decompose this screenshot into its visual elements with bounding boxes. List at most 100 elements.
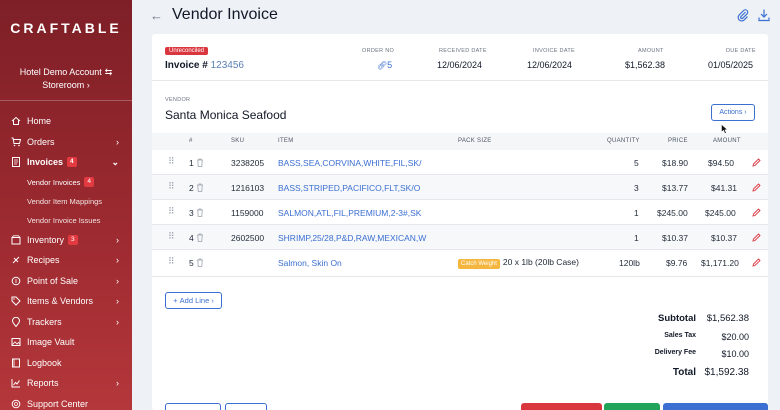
footer-button-primary[interactable] [663, 403, 768, 410]
invoice-date-label: INVOICE DATE [533, 48, 576, 54]
sidebar-item-logbook[interactable]: Logbook [0, 353, 132, 374]
order-link[interactable]: 🔗︎5 [377, 60, 392, 70]
box-icon [10, 234, 22, 246]
sidebar-item-reports[interactable]: Reports › [0, 373, 132, 394]
sidebar-item-inventory[interactable]: Inventory 3 › [0, 230, 132, 251]
vendor-name: Santa Monica Seafood [165, 108, 287, 122]
trash-icon[interactable] [196, 183, 204, 192]
drag-handle-icon[interactable]: ⠿ [168, 156, 175, 167]
home-icon [10, 115, 22, 127]
footer-button-secondary-1[interactable] [165, 403, 221, 410]
row-item[interactable]: SHRIMP,25/28,P&D,RAW,MEXICAN,W [278, 233, 426, 243]
row-sku: 2602500 [231, 233, 265, 243]
craftable-logo[interactable]: CRAFTABLE [0, 20, 132, 36]
actions-button[interactable]: Actions › [711, 104, 755, 121]
row-price[interactable]: $13.77 [662, 183, 688, 193]
sidebar-item-label: Reports [27, 378, 59, 389]
row-item[interactable]: SALMON,ATL,FIL,PREMIUM,2-3#,SK [278, 208, 421, 218]
row-quantity[interactable]: 120lb [619, 258, 640, 268]
edit-icon[interactable] [752, 258, 761, 267]
drag-handle-icon[interactable]: ⠿ [168, 231, 175, 242]
row-amount: $245.00 [705, 208, 736, 218]
edit-icon[interactable] [752, 233, 761, 242]
row-quantity[interactable]: 3 [634, 183, 639, 193]
invoice-amount: $1,562.38 [625, 60, 666, 70]
delivery-fee-label: Delivery Fee [654, 349, 696, 356]
trash-icon[interactable] [196, 158, 204, 167]
row-quantity[interactable]: 1 [634, 208, 639, 218]
edit-icon[interactable] [752, 158, 761, 167]
drag-handle-icon[interactable]: ⠿ [168, 256, 175, 267]
table-row[interactable]: ⠿ 3 1159000 SALMON,ATL,FIL,PREMIUM,2-3#,… [152, 200, 768, 225]
trash-icon[interactable] [196, 208, 204, 217]
sidebar-item-orders[interactable]: Orders › [0, 132, 132, 153]
row-quantity[interactable]: 5 [634, 158, 639, 168]
line-items-header: # SKU ITEM PACK SIZE QUANTITY PRICE AMOU… [152, 133, 768, 150]
sidebar-item-items-vendors[interactable]: Items & Vendors › [0, 291, 132, 312]
chevron-down-icon: ⌄ [111, 156, 119, 167]
due-date: 01/05/2025 [708, 60, 754, 70]
sidebar-item-image-vault[interactable]: Image Vault [0, 332, 132, 353]
table-row[interactable]: ⠿ 5 Salmon, Skin On Catch Weight 20 x 1lb… [152, 250, 768, 275]
chevron-right-icon: › [86, 80, 90, 90]
row-item[interactable]: BASS,STRIPED,PACIFICO,FLT,SK/O [278, 183, 420, 193]
chevron-right-icon: › [116, 316, 119, 327]
sidebar-item-label: Items & Vendors [27, 296, 94, 307]
table-row[interactable]: ⠿ 1 3238205 BASS,SEA,CORVINA,WHITE,FIL,S… [152, 150, 768, 175]
table-row[interactable]: ⠿ 2 1216103 BASS,STRIPED,PACIFICO,FLT,SK… [152, 175, 768, 200]
add-line-button[interactable]: + Add Line › [165, 292, 222, 309]
account-switcher[interactable]: Hotel Demo Account ⇆ Storeroom › [0, 66, 132, 92]
vendor-invoices-badge: 4 [84, 177, 94, 187]
sidebar-item-support-center[interactable]: Support Center [0, 394, 132, 410]
row-amount: $1,171.20 [701, 258, 739, 268]
trash-icon[interactable] [196, 258, 204, 267]
row-price[interactable]: $10.37 [662, 233, 688, 243]
trash-icon[interactable] [196, 233, 204, 242]
sidebar-subitem-vendor-invoice-issues[interactable]: Vendor Invoice Issues [0, 211, 132, 230]
row-price[interactable]: $9.76 [666, 258, 687, 268]
edit-icon[interactable] [752, 183, 761, 192]
summary-values: 🔗︎5 12/06/2024 12/06/2024 $1,562.38 01/0… [152, 60, 768, 72]
attachment-icon[interactable] [736, 8, 750, 22]
drag-handle-icon[interactable]: ⠿ [168, 181, 175, 192]
footer-button-secondary-2[interactable] [225, 403, 267, 410]
inventory-badge: 3 [68, 234, 78, 245]
sidebar-item-label: Home [27, 116, 52, 127]
row-price[interactable]: $245.00 [657, 208, 688, 218]
row-quantity[interactable]: 1 [634, 233, 639, 243]
row-amount: $94.50 [708, 158, 734, 168]
sidebar-item-recipes[interactable]: Recipes › [0, 250, 132, 271]
swap-icon: ⇆ [104, 67, 113, 77]
row-amount: $10.37 [711, 233, 737, 243]
sidebar-subitem-vendor-invoices[interactable]: Vendor Invoices 4 [0, 173, 132, 192]
sidebar-item-home[interactable]: Home [0, 111, 132, 132]
chevron-right-icon: › [116, 136, 119, 147]
subtotal-value: $1,562.38 [706, 313, 749, 324]
amount-label: AMOUNT [638, 48, 664, 54]
table-row[interactable]: ⠿ 4 2602500 SHRIMP,25/28,P&D,RAW,MEXICAN… [152, 225, 768, 250]
footer-button-danger[interactable] [521, 403, 602, 410]
sidebar-subitem-vendor-item-mappings[interactable]: Vendor Item Mappings [0, 192, 132, 211]
sidebar-item-point-of-sale[interactable]: Point of Sale › [0, 271, 132, 292]
row-item[interactable]: Salmon, Skin On [278, 258, 342, 268]
back-arrow-icon[interactable]: ← [150, 8, 163, 23]
row-price[interactable]: $18.90 [662, 158, 688, 168]
footer-button-success[interactable] [604, 403, 660, 410]
col-amount: AMOUNT [713, 138, 741, 144]
image-icon [10, 336, 22, 348]
sidebar-item-trackers[interactable]: Trackers › [0, 312, 132, 333]
invoices-badge: 4 [67, 157, 77, 168]
account-name: Hotel Demo Account [19, 67, 102, 77]
chevron-right-icon: › [116, 255, 119, 266]
row-item[interactable]: BASS,SEA,CORVINA,WHITE,FIL,SK/ [278, 158, 421, 168]
row-sku: 1159000 [231, 208, 264, 218]
download-icon[interactable] [757, 8, 771, 22]
sidebar-item-invoices[interactable]: Invoices 4 ⌄ [0, 152, 132, 173]
chevron-right-icon: › [116, 378, 119, 389]
drag-handle-icon[interactable]: ⠿ [168, 206, 175, 217]
row-number: 3 [189, 208, 194, 218]
sidebar-item-label: Logbook [27, 357, 62, 368]
col-sku: SKU [231, 138, 245, 144]
row-number: 5 [189, 258, 194, 268]
edit-icon[interactable] [752, 208, 761, 217]
